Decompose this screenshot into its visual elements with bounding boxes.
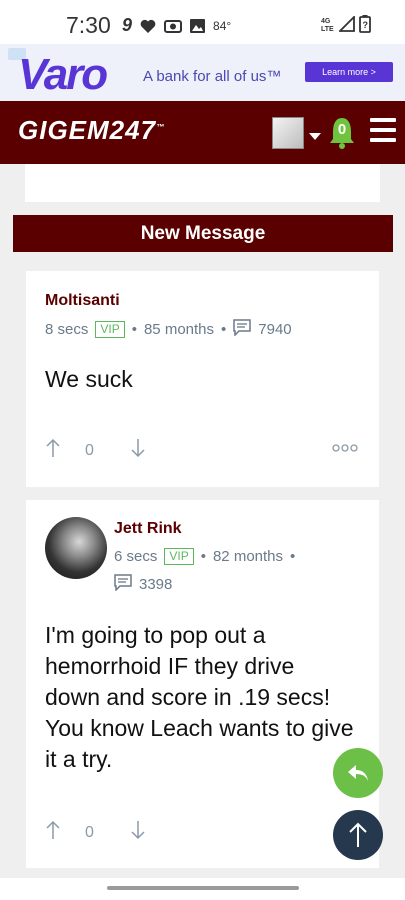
reply-button[interactable] [333,748,383,798]
svg-text:LTE: LTE [321,26,334,32]
upvote-icon[interactable] [45,820,61,845]
separator-dot: • [131,321,137,338]
comment-icon [114,574,132,595]
vip-badge: VIP [95,321,125,338]
post-count: 7940 [258,321,292,338]
site-logo-number: 247 [109,115,157,145]
status-bar: 7:30 9 84° 4G LTE ? [0,0,405,48]
site-logo[interactable]: GIGEM247™ [18,115,165,146]
previous-post-card [25,164,380,202]
menu-icon[interactable] [370,118,396,148]
battery-icon: ? [359,15,371,38]
svg-text:?: ? [363,20,369,30]
vote-count: 0 [85,823,94,841]
site-logo-text: GIGEM [18,115,110,145]
status-right: 4G LTE ? [321,14,371,38]
scroll-top-button[interactable] [333,810,383,860]
ad-banner[interactable]: Varo A bank for all of us™ Learn more > [0,44,405,102]
post-time: 6 secs [114,548,158,565]
post-meta-count: 3398 [114,574,172,595]
status-time: 7:30 [66,12,111,38]
notification-count: 0 [337,121,347,138]
post-meta: 6 secs VIP • 82 months • [114,548,295,565]
chevron-down-icon[interactable] [309,128,321,146]
upvote-icon[interactable] [45,438,61,463]
post-username[interactable]: Jett Rink [114,520,182,538]
svg-text:4G: 4G [321,18,331,25]
post-body: We suck [45,366,133,392]
post-meta: 8 secs VIP • 85 months • 7940 [45,319,292,340]
comment-icon [233,319,252,340]
home-gesture-handle[interactable] [107,886,299,890]
scroll-top-icon [349,822,367,847]
downvote-icon[interactable] [130,438,146,463]
vote-controls: 0 [45,820,146,845]
vote-count: 0 [85,441,94,459]
camera-icon [164,19,183,33]
more-icon[interactable] [332,441,358,456]
status-temperature: 84° [213,18,232,33]
vip-badge: VIP [164,548,194,565]
image-icon [190,18,206,33]
status-icons: 9 84° [122,15,231,36]
user-avatar-photo[interactable] [45,517,107,579]
post-time: 8 secs [45,321,89,338]
separator-dot: • [290,548,296,565]
post-tenure: 82 months [212,548,284,565]
separator-dot: • [221,321,227,338]
ad-cta-button[interactable]: Learn more > [305,62,393,82]
app-notification-icon: 9 [122,15,133,35]
downvote-icon[interactable] [130,820,146,845]
post-body: I'm going to pop out a hemorrhoid IF the… [45,622,354,772]
reply-icon [348,765,368,781]
post-tenure: 85 months [143,321,215,338]
post-count: 3398 [139,576,173,593]
ad-brand-logo[interactable]: Varo [18,50,108,100]
bell-icon[interactable]: 0 [328,116,356,150]
ad-tagline: A bank for all of us™ [143,68,282,85]
post-username[interactable]: Moltisanti [45,292,120,310]
separator-dot: • [200,548,206,565]
network-icon: 4G LTE [321,16,335,37]
heart-icon [140,19,156,33]
vote-controls: 0 [45,438,146,463]
signal-icon [337,14,355,37]
new-message-bar[interactable]: New Message [13,215,393,252]
user-avatar[interactable] [272,117,304,149]
